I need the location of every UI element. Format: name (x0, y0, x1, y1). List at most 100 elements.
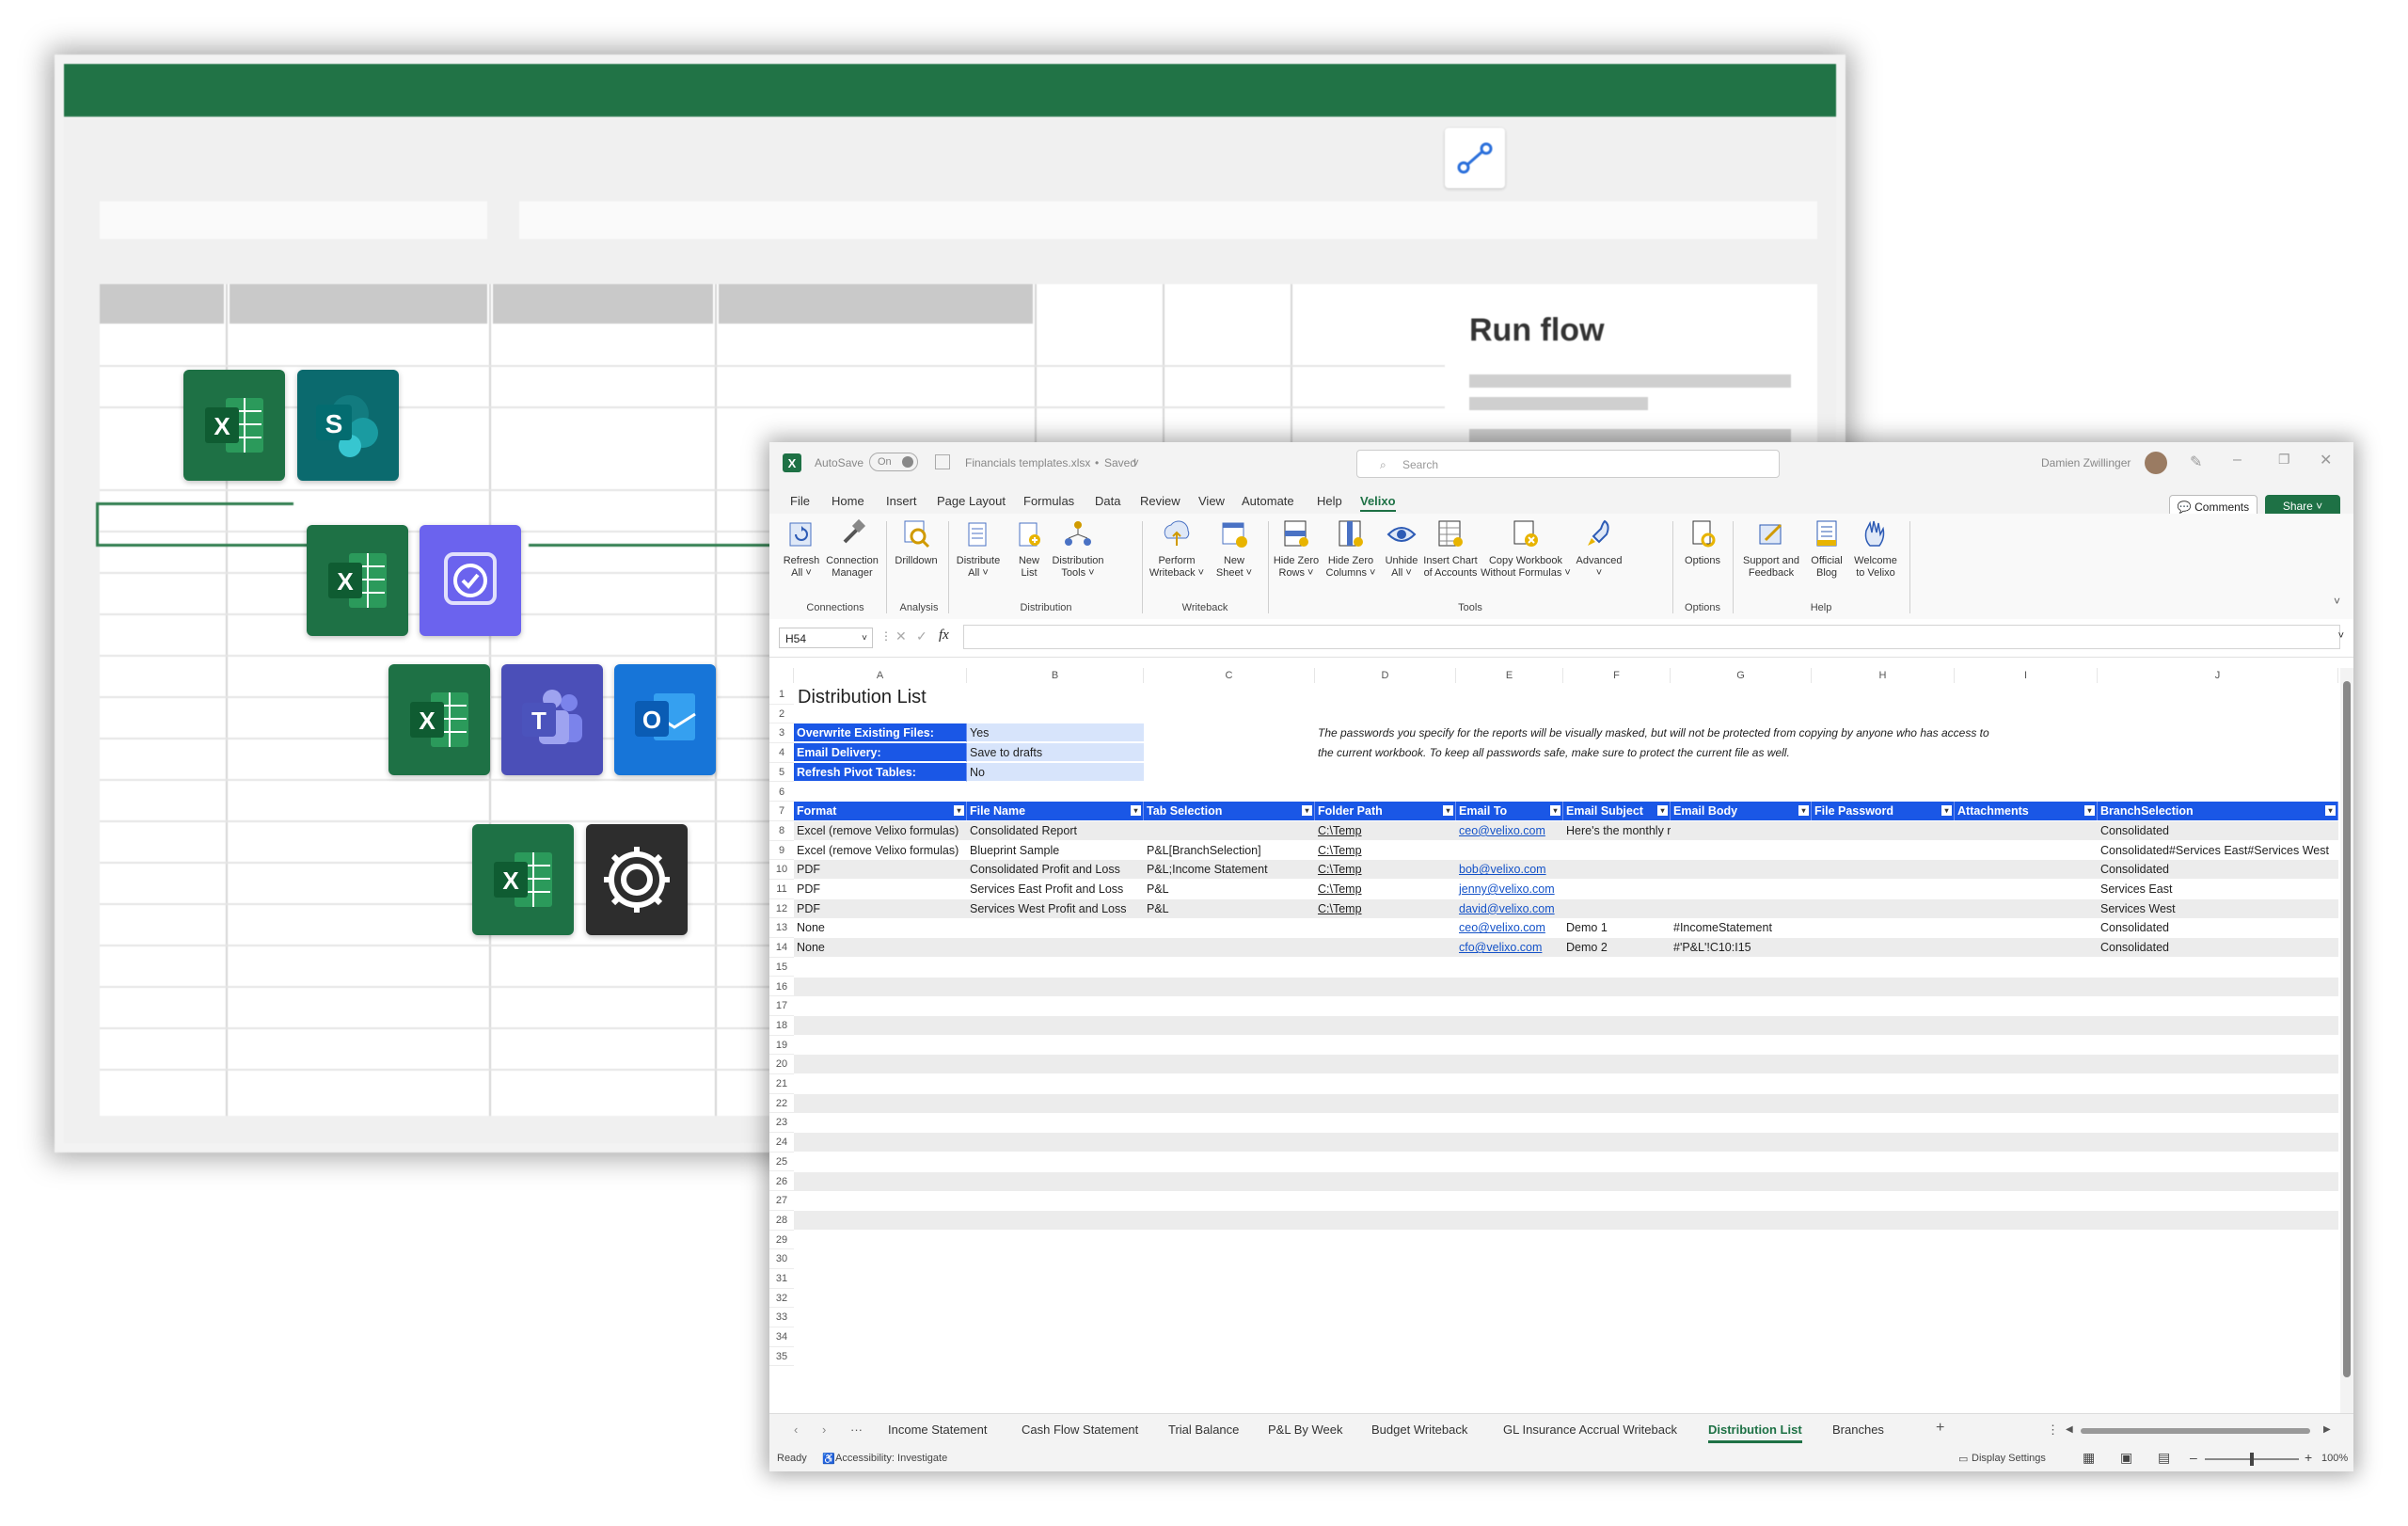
more-options-icon[interactable]: ⋮ (2047, 1423, 2059, 1438)
column-header[interactable]: F (1563, 668, 1671, 683)
setting-value[interactable]: No (967, 762, 1144, 782)
advanced-button[interactable]: Advanced ˅ (1571, 517, 1627, 580)
save-icon[interactable] (935, 454, 950, 469)
table-cell[interactable]: Services East (2098, 880, 2338, 898)
table-cell[interactable]: C:\Temp (1315, 841, 1456, 860)
table-header[interactable]: Tab Selection ▾ (1144, 802, 1315, 821)
row-header[interactable]: 17 (769, 996, 794, 1016)
row-header[interactable]: 23 (769, 1113, 794, 1134)
expand-formula-icon[interactable]: ˅ (2338, 630, 2344, 642)
row-header[interactable]: 7 (769, 802, 794, 821)
table-header[interactable]: File Name ▾ (967, 802, 1144, 821)
table-cell[interactable]: Consolidated Profit and Loss (967, 860, 1144, 879)
perform-writeback-button[interactable]: Perform Writeback ˅ (1146, 517, 1208, 580)
row-header[interactable]: 1 (769, 685, 794, 705)
close-icon[interactable]: ✕ (2320, 451, 2332, 469)
welcome-velixo-button[interactable]: Welcome to Velixo (1847, 517, 1904, 580)
search-box[interactable]: ⌕ Search (1356, 450, 1780, 478)
column-header[interactable]: D (1315, 668, 1456, 683)
filter-dropdown-icon[interactable]: ▾ (2084, 805, 2095, 817)
table-cell[interactable]: cfo@velixo.com (1456, 938, 1563, 957)
scroll-tabs-left-icon[interactable]: ‹ (794, 1423, 798, 1437)
menu-file[interactable]: File (790, 494, 810, 508)
copy-workbook-button[interactable]: Copy Workbook Without Formulas ˅ (1479, 517, 1573, 580)
table-cell[interactable]: Here's the monthly report (1563, 821, 1671, 840)
table-cell[interactable]: PDF (794, 860, 967, 879)
table-cell[interactable]: Services West Profit and Loss (967, 899, 1144, 918)
row-header[interactable]: 2 (769, 705, 794, 724)
more-tabs-icon[interactable]: ··· (850, 1423, 863, 1437)
row-header[interactable]: 26 (769, 1172, 794, 1192)
distribute-all-button[interactable]: Distribute All ˅ (950, 517, 1006, 580)
row-header[interactable]: 13 (769, 918, 794, 939)
filter-dropdown-icon[interactable]: ▾ (1941, 805, 1952, 817)
table-cell[interactable]: Services West (2098, 899, 2338, 918)
row-header[interactable]: 36 (769, 1367, 794, 1370)
table-cell[interactable]: jenny@velixo.com (1456, 880, 1563, 898)
add-sheet-icon[interactable]: + (1936, 1420, 1944, 1437)
function-icon[interactable]: fx (939, 628, 949, 644)
menu-velixo[interactable]: Velixo (1360, 494, 1396, 512)
table-cell[interactable]: Blueprint Sample (967, 841, 1144, 860)
collapse-ribbon-icon[interactable]: ˅ (2334, 595, 2340, 608)
display-settings[interactable]: Display Settings (1972, 1453, 2046, 1464)
table-cell[interactable]: C:\Temp (1315, 899, 1456, 918)
tab-gl-insurance-accrual-writeback[interactable]: GL Insurance Accrual Writeback (1503, 1423, 1677, 1437)
filter-dropdown-icon[interactable]: ▾ (1798, 805, 1809, 817)
tab-income-statement[interactable]: Income Statement (888, 1423, 988, 1437)
drilldown-button[interactable]: Drilldown (888, 517, 944, 567)
table-cell[interactable]: None (794, 938, 967, 957)
table-cell[interactable]: Demo 2 (1563, 938, 1671, 957)
page-layout-view-icon[interactable]: ▣ (2120, 1450, 2132, 1466)
tab-budget-writeback[interactable]: Budget Writeback (1371, 1423, 1467, 1437)
filter-dropdown-icon[interactable]: ▾ (2325, 805, 2336, 817)
hide-zero-rows-button[interactable]: Hide Zero Rows ˅ (1268, 517, 1324, 580)
page-break-view-icon[interactable]: ▤ (2158, 1450, 2170, 1466)
filter-dropdown-icon[interactable]: ▾ (1443, 805, 1453, 817)
menu-automate[interactable]: Automate (1242, 494, 1294, 508)
column-header[interactable]: C (1144, 668, 1315, 683)
saved-status[interactable]: Saved (1104, 456, 1136, 469)
row-header[interactable]: 28 (769, 1211, 794, 1231)
row-header[interactable]: 29 (769, 1231, 794, 1250)
support-feedback-button[interactable]: Support and Feedback (1738, 517, 1804, 580)
row-header[interactable]: 19 (769, 1036, 794, 1056)
table-header[interactable]: File Password ▾ (1812, 802, 1955, 821)
table-cell[interactable]: PDF (794, 880, 967, 898)
zoom-slider-handle[interactable] (2250, 1453, 2254, 1466)
row-header[interactable]: 34 (769, 1327, 794, 1347)
column-header[interactable]: G (1671, 668, 1812, 683)
menu-data[interactable]: Data (1095, 494, 1120, 508)
table-cell[interactable]: Consolidated (2098, 821, 2338, 840)
table-header[interactable]: BranchSelection ▾ (2098, 802, 2338, 821)
scroll-tabs-right-icon[interactable]: › (822, 1423, 826, 1437)
table-cell[interactable]: ceo@velixo.com (1456, 918, 1563, 937)
official-blog-button[interactable]: Official Blog (1798, 517, 1855, 580)
accessibility-status[interactable]: Accessibility: Investigate (835, 1453, 947, 1464)
pen-icon[interactable]: ✎ (2190, 453, 2202, 471)
filter-dropdown-icon[interactable]: ▾ (1657, 805, 1668, 817)
autosave-toggle[interactable]: On (869, 453, 918, 471)
menu-view[interactable]: View (1198, 494, 1225, 508)
minimize-icon[interactable]: – (2233, 452, 2242, 469)
normal-view-icon[interactable]: ▦ (2083, 1450, 2095, 1466)
new-list-button[interactable]: New List (1001, 517, 1057, 580)
setting-value[interactable]: Save to drafts (967, 743, 1144, 763)
scroll-right-icon[interactable]: ▶ (2323, 1424, 2331, 1435)
menu-help[interactable]: Help (1317, 494, 1342, 508)
table-cell[interactable]: P&L (1144, 899, 1315, 918)
menu-home[interactable]: Home (832, 494, 864, 508)
row-header[interactable]: 5 (769, 763, 794, 783)
row-header[interactable]: 8 (769, 821, 794, 841)
table-header[interactable]: Attachments ▾ (1955, 802, 2098, 821)
flow-connector-icon[interactable] (1445, 128, 1505, 188)
table-cell[interactable]: C:\Temp (1315, 880, 1456, 898)
row-header[interactable]: 20 (769, 1055, 794, 1074)
formula-input[interactable] (963, 625, 2340, 649)
table-cell[interactable]: Consolidated Report (967, 821, 1144, 840)
refresh-all-button[interactable]: Refresh All ˅ (773, 517, 830, 580)
menu-page-layout[interactable]: Page Layout (937, 494, 1006, 508)
select-all-corner[interactable] (769, 668, 794, 683)
zoom-slider[interactable] (2205, 1453, 2299, 1466)
table-cell[interactable]: P&L[BranchSelection] (1144, 841, 1315, 860)
